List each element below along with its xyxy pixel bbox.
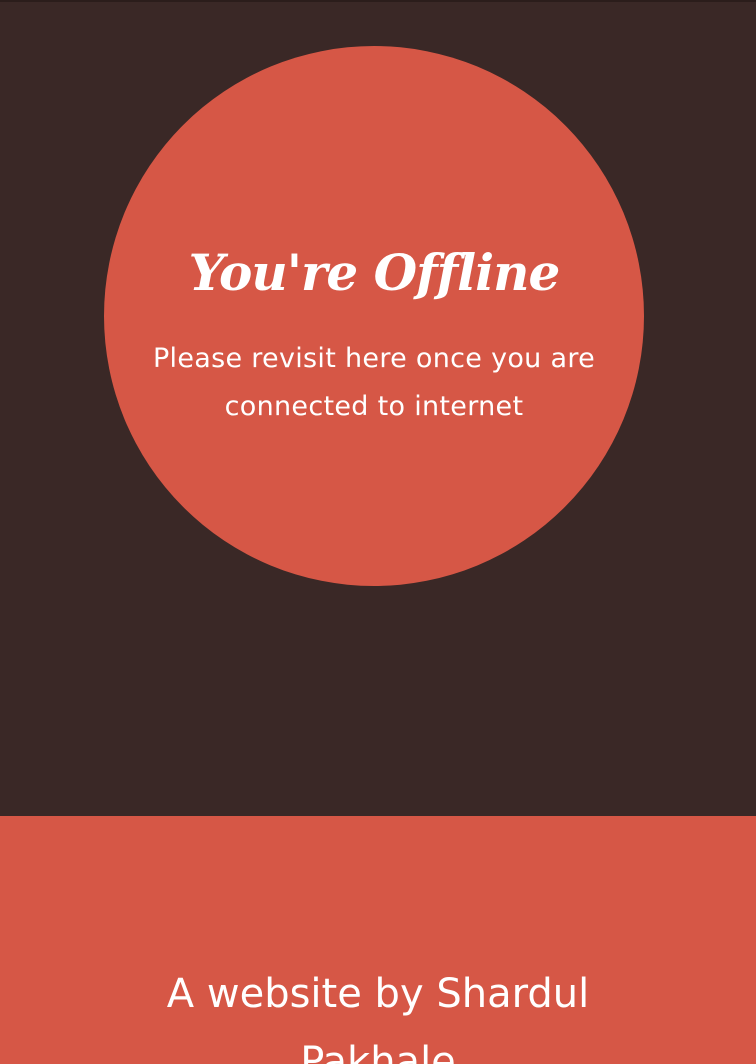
offline-page: You're Offline Please revisit here once … xyxy=(0,2,756,816)
footer-credit: A website by Shardul Pakhale xyxy=(166,971,590,1064)
offline-title: You're Offline xyxy=(188,242,561,302)
offline-message: Please revisit here once you are connect… xyxy=(152,343,596,422)
offline-circle: You're Offline Please revisit here once … xyxy=(104,46,644,586)
site-footer: A website by Shardul Pakhale xyxy=(0,816,756,1064)
